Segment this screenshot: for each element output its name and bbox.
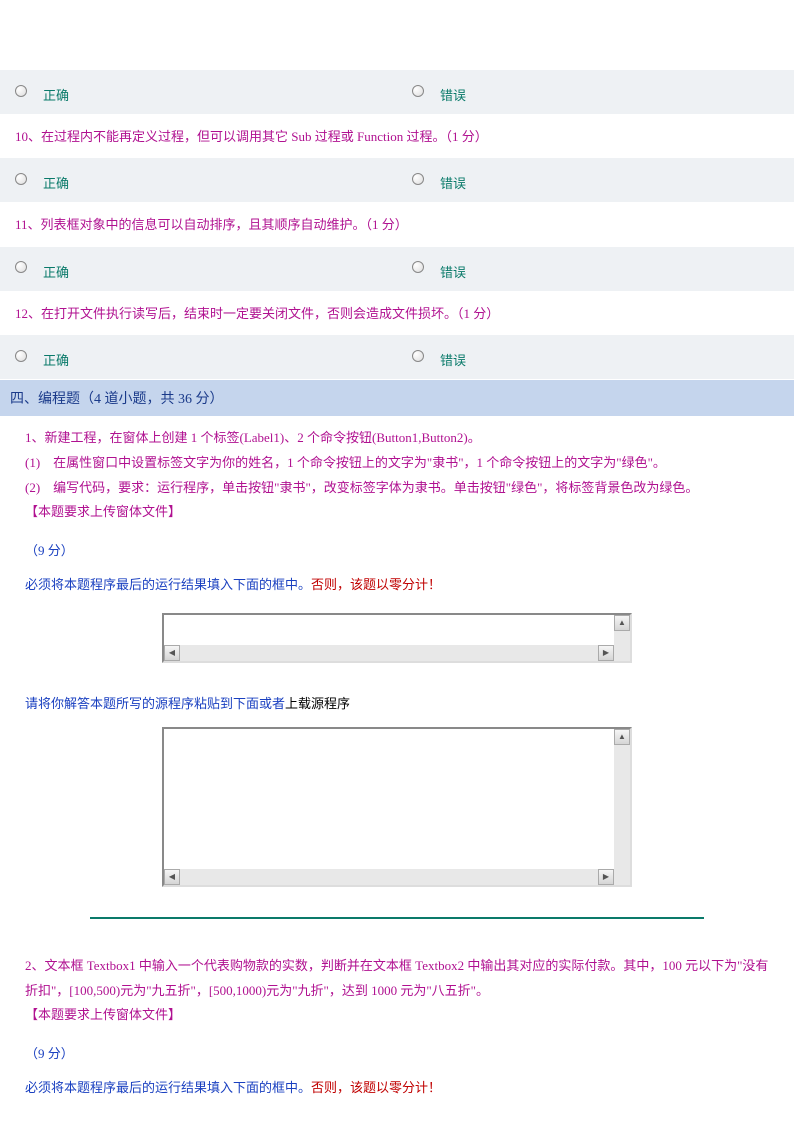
tf-true-cell: 正确 xyxy=(0,158,397,202)
true-label: 正确 xyxy=(43,350,69,369)
radio-icon[interactable] xyxy=(412,350,424,362)
section-4-header: 四、编程题（4 道小题，共 36 分） xyxy=(0,380,794,416)
question-12-prompt: 12、在打开文件执行读写后，结束时一定要关闭文件，否则会造成文件损坏。（1 分） xyxy=(0,292,794,335)
prog-q2-instruction: 必须将本题程序最后的运行结果填入下面的框中。否则，该题以零分计！ xyxy=(0,1072,794,1111)
tf-true-cell: 正确 xyxy=(0,247,397,291)
scroll-up-icon[interactable]: ▲ xyxy=(614,615,630,631)
tf-row-9: 正确 错误 xyxy=(0,70,794,115)
paste-prefix: 请将你解答本题所写的源程序粘贴到下面或者 xyxy=(25,696,285,711)
radio-icon[interactable] xyxy=(15,173,27,185)
paste-instruction: 请将你解答本题所写的源程序粘贴到下面或者上载源程序 xyxy=(0,683,794,722)
scroll-up-icon[interactable]: ▲ xyxy=(614,729,630,745)
question-11-prompt: 11、列表框对象中的信息可以自动排序，且其顺序自动维护。（1 分） xyxy=(0,203,794,246)
false-label: 错误 xyxy=(440,173,466,192)
tf-false-cell: 错误 xyxy=(397,158,794,202)
prog-q2-line1: 2、文本框 Textbox1 中输入一个代表购物款的实数，判断并在文本框 Tex… xyxy=(25,954,769,1003)
tf-false-cell: 错误 xyxy=(397,70,794,114)
true-label: 正确 xyxy=(43,85,69,104)
vertical-scrollbar[interactable]: ▲ xyxy=(614,729,630,869)
question-10-prompt: 10、在过程内不能再定义过程，但可以调用其它 Sub 过程或 Function … xyxy=(0,115,794,158)
radio-icon[interactable] xyxy=(412,261,424,273)
tf-row-10: 正确 错误 xyxy=(0,158,794,203)
prog-q2: 2、文本框 Textbox1 中输入一个代表购物款的实数，判断并在文本框 Tex… xyxy=(0,944,794,1038)
prog-q1-line2: (1) 在属性窗口中设置标签文字为你的姓名，1 个命令按钮上的文字为"隶书"，1… xyxy=(25,451,769,476)
false-label: 错误 xyxy=(440,350,466,369)
true-label: 正确 xyxy=(43,173,69,192)
prog-q1-instruction: 必须将本题程序最后的运行结果填入下面的框中。否则，该题以零分计！ xyxy=(0,569,794,608)
instruction-prefix: 必须将本题程序最后的运行结果填入下面的框中。 xyxy=(25,577,311,592)
scroll-right-icon[interactable]: ▶ xyxy=(598,869,614,885)
true-label: 正确 xyxy=(43,262,69,281)
instruction-warning: 否则，该题以零分计！ xyxy=(311,577,441,592)
false-label: 错误 xyxy=(440,262,466,281)
tf-true-cell: 正确 xyxy=(0,335,397,379)
tf-false-cell: 错误 xyxy=(397,335,794,379)
source-textarea-wrap: ▲ ◀ ▶ xyxy=(0,722,794,907)
instruction-prefix: 必须将本题程序最后的运行结果填入下面的框中。 xyxy=(25,1080,311,1095)
prog-q2-score: （9 分） xyxy=(0,1038,794,1072)
instruction-warning: 否则，该题以零分计！ xyxy=(311,1080,441,1095)
horizontal-scrollbar[interactable]: ◀ ▶ xyxy=(164,645,630,661)
source-textarea[interactable]: ▲ ◀ ▶ xyxy=(162,727,632,887)
radio-icon[interactable] xyxy=(15,85,27,97)
prog-q1-line3: (2) 编写代码，要求：运行程序，单击按钮"隶书"，改变标签字体为隶书。单击按钮… xyxy=(25,476,769,501)
tf-row-12: 正确 错误 xyxy=(0,335,794,380)
radio-icon[interactable] xyxy=(412,173,424,185)
radio-icon[interactable] xyxy=(412,85,424,97)
horizontal-scrollbar[interactable]: ◀ ▶ xyxy=(164,869,630,885)
scroll-left-icon[interactable]: ◀ xyxy=(164,645,180,661)
prog-q1-line1: 1、新建工程，在窗体上创建 1 个标签(Label1)、2 个命令按钮(Butt… xyxy=(25,426,769,451)
tf-false-cell: 错误 xyxy=(397,247,794,291)
upload-link[interactable]: 上载源程序 xyxy=(285,696,350,711)
radio-icon[interactable] xyxy=(15,350,27,362)
result-textarea[interactable]: ▲ ◀ ▶ xyxy=(162,613,632,663)
divider xyxy=(90,917,704,919)
scroll-right-icon[interactable]: ▶ xyxy=(598,645,614,661)
prog-q2-line2: 【本题要求上传窗体文件】 xyxy=(25,1003,769,1028)
scroll-left-icon[interactable]: ◀ xyxy=(164,869,180,885)
result-textarea-wrap: ▲ ◀ ▶ xyxy=(0,608,794,683)
prog-q1: 1、新建工程，在窗体上创建 1 个标签(Label1)、2 个命令按钮(Butt… xyxy=(0,416,794,535)
prog-q1-score: （9 分） xyxy=(0,535,794,569)
prog-q1-line4: 【本题要求上传窗体文件】 xyxy=(25,500,769,525)
tf-row-11: 正确 错误 xyxy=(0,247,794,292)
false-label: 错误 xyxy=(440,85,466,104)
tf-true-cell: 正确 xyxy=(0,70,397,114)
radio-icon[interactable] xyxy=(15,261,27,273)
vertical-scrollbar[interactable]: ▲ xyxy=(614,615,630,645)
